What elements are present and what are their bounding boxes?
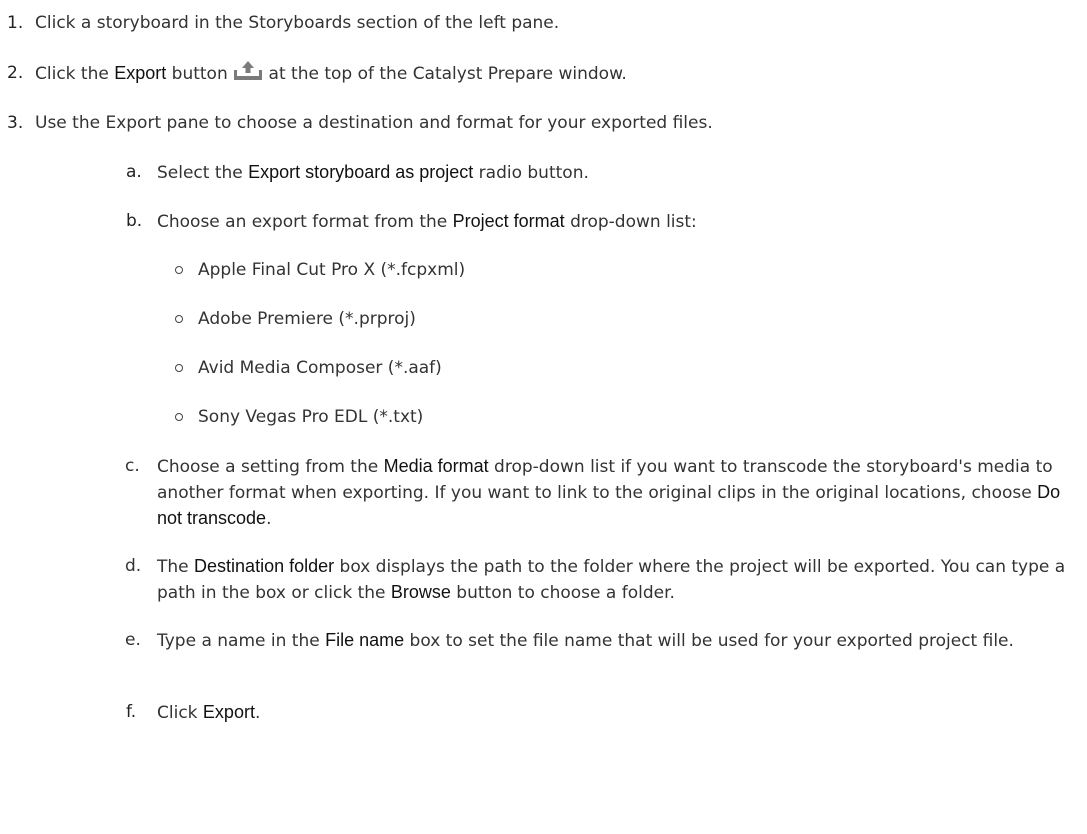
step-number: 1. <box>7 13 24 33</box>
substep-text-part: button to choose a folder. <box>450 583 675 603</box>
step-text: Use the Export pane to choose a destinat… <box>35 109 713 137</box>
substep-text-part: Choose a setting from the <box>157 457 384 477</box>
substep-text-part: . <box>254 703 261 723</box>
step-text-part: at the top of the Catalyst Prepare windo… <box>263 64 627 84</box>
format-option: Apple Final Cut Pro X (*.fcpxml) <box>198 260 466 280</box>
substep-d: d. The Destination folder box displays t… <box>125 554 1082 606</box>
substep-text: Select the Export storyboard as project … <box>157 158 589 187</box>
ui-term: File name <box>325 630 405 650</box>
substep-e: e. Type a name in the File name box to s… <box>125 628 1082 654</box>
substep-text-part: Click <box>157 703 203 723</box>
bullet-icon <box>175 315 183 323</box>
substep-label: c. <box>125 456 140 476</box>
step-text-part: Click the <box>35 64 115 84</box>
ui-term: Export <box>202 702 255 722</box>
format-option: Adobe Premiere (*.prproj) <box>198 309 416 329</box>
ui-term: Destination folder <box>194 556 335 576</box>
bullet-icon <box>175 266 183 274</box>
substep-label: b. <box>126 211 143 231</box>
step-number: 3. <box>7 113 24 133</box>
step-text: Click the Export button at the top of th… <box>35 59 627 88</box>
substep-text-part: Select the <box>157 163 249 183</box>
substep-label: e. <box>125 630 141 650</box>
substep-text-part: . <box>266 509 272 529</box>
format-option: Avid Media Composer (*.aaf) <box>198 358 442 378</box>
step-text: Click a storyboard in the Storyboards se… <box>35 9 559 37</box>
step-number: 2. <box>7 63 24 83</box>
substep-text: Click Export. <box>157 698 260 727</box>
ui-term: Browse <box>390 582 451 602</box>
step-text-part: Use the Export pane to choose a destinat… <box>35 113 713 133</box>
bullet-icon <box>175 364 183 372</box>
substep-label: a. <box>126 162 142 182</box>
format-option: Sony Vegas Pro EDL (*.txt) <box>198 407 424 427</box>
instructions-page: 1. Click a storyboard in the Storyboards… <box>0 0 1087 834</box>
substep-text-part: radio button. <box>473 163 589 183</box>
ui-term: Project format <box>452 211 565 231</box>
ui-term: Media format <box>383 456 489 476</box>
substep-text: Choose an export format from the Project… <box>157 207 697 236</box>
step-text-part: button <box>166 64 234 84</box>
step-text-part: Click a storyboard in the Storyboards se… <box>35 13 560 33</box>
substep-text-part: The <box>157 557 195 577</box>
substep-label: f. <box>126 702 137 722</box>
substep-text-part: Type a name in the <box>157 631 326 651</box>
ui-term: Export storyboard as project <box>248 162 474 182</box>
bullet-icon <box>175 413 183 421</box>
ui-term: Export <box>114 63 167 83</box>
substep-text-part: box to set the file name that will be us… <box>404 631 1014 651</box>
substep-text-part: drop-down list: <box>564 212 697 232</box>
export-upload-icon <box>234 61 263 80</box>
substep-text-part: Choose an export format from the <box>157 212 453 232</box>
substep-c: c. Choose a setting from the Media forma… <box>125 454 1082 532</box>
substep-label: d. <box>125 556 142 576</box>
